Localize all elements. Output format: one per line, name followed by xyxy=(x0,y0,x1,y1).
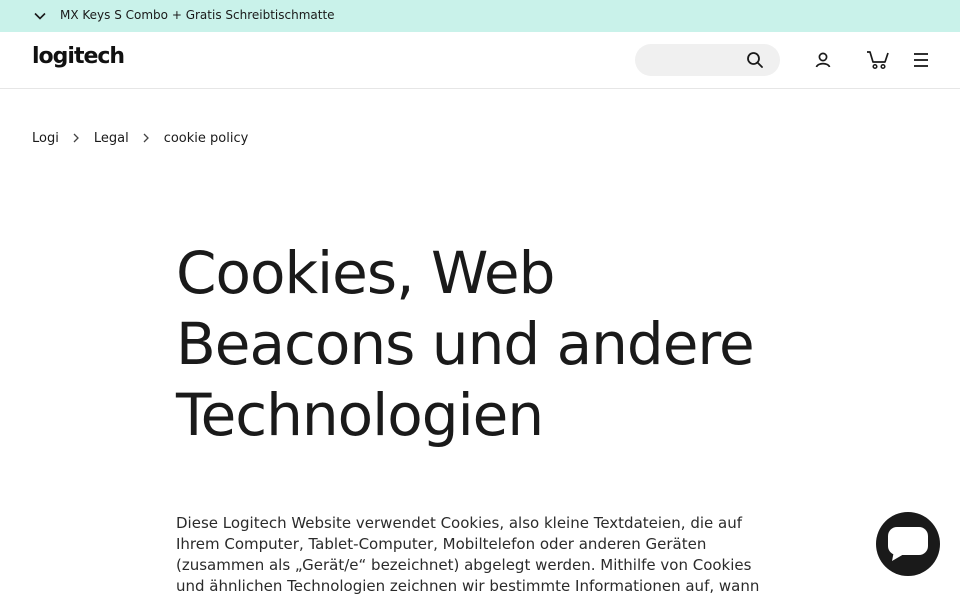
promo-bar[interactable]: MX Keys S Combo + Gratis Schreibtischmat… xyxy=(0,0,960,32)
chat-button[interactable] xyxy=(876,512,940,576)
body-paragraph: Diese Logitech Website verwendet Cookies… xyxy=(176,514,760,600)
chevron-right-icon xyxy=(73,133,79,143)
breadcrumb-item-cookie-policy[interactable]: cookie policy xyxy=(164,131,249,146)
logitech-logo[interactable]: logitech xyxy=(32,44,125,69)
breadcrumb-item-logi[interactable]: Logi xyxy=(32,131,59,146)
search-icon[interactable] xyxy=(745,50,765,70)
chevron-right-icon xyxy=(143,133,149,143)
menu-icon[interactable] xyxy=(912,51,930,69)
page-title: Cookies, Web Beacons und andere Technolo… xyxy=(176,239,755,449)
cart-icon[interactable] xyxy=(866,49,890,71)
breadcrumb: Logi Legal cookie policy xyxy=(32,128,248,148)
search-input[interactable] xyxy=(647,50,747,70)
search-box[interactable] xyxy=(635,44,780,76)
chevron-down-icon[interactable] xyxy=(33,9,47,23)
promo-text[interactable]: MX Keys S Combo + Gratis Schreibtischmat… xyxy=(60,8,335,22)
breadcrumb-item-legal[interactable]: Legal xyxy=(94,131,129,146)
site-header: logitech xyxy=(0,32,960,89)
user-icon[interactable] xyxy=(813,50,833,70)
chat-icon xyxy=(888,527,928,561)
